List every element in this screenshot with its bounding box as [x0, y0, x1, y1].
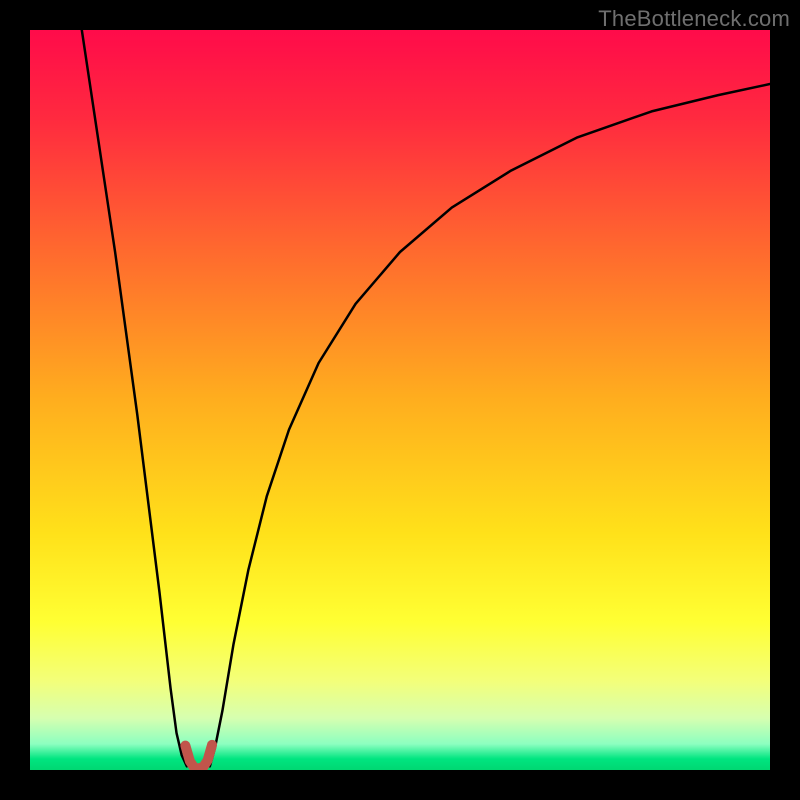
- bottleneck-chart: [30, 30, 770, 770]
- chart-frame: [30, 30, 770, 770]
- watermark-label: TheBottleneck.com: [598, 6, 790, 32]
- gradient-bg: [30, 30, 770, 770]
